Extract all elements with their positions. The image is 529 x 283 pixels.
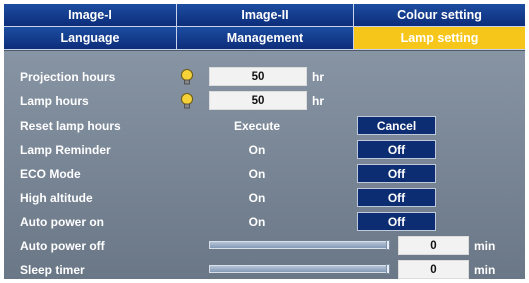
auto-power-off-unit: min xyxy=(474,239,496,253)
sleep-timer-unit: min xyxy=(474,263,496,277)
projection-hours-label: Projection hours xyxy=(20,70,116,84)
eco-mode-on-option[interactable]: On xyxy=(217,167,297,181)
auto-power-off-slider[interactable] xyxy=(209,240,390,250)
lamp-bulb-icon xyxy=(181,69,193,85)
lamp-hours-value: 50 xyxy=(209,91,307,110)
auto-power-off-row: Auto power off 0 min xyxy=(4,235,525,257)
lamp-hours-unit: hr xyxy=(312,94,324,108)
cancel-button[interactable]: Cancel xyxy=(357,116,436,135)
sleep-timer-row: Sleep timer 0 min xyxy=(4,259,525,281)
reset-lamp-hours-label: Reset lamp hours xyxy=(20,119,121,133)
tab-colour-setting[interactable]: Colour setting xyxy=(354,4,525,27)
auto-power-on-row: Auto power on On Off xyxy=(4,211,525,233)
auto-power-off-slider-knob[interactable] xyxy=(386,240,390,250)
tab-image-1[interactable]: Image-I xyxy=(4,4,177,27)
tab-lamp-setting[interactable]: Lamp setting xyxy=(354,27,525,50)
lamp-reminder-on-option[interactable]: On xyxy=(217,143,297,157)
lamp-reminder-off-button[interactable]: Off xyxy=(357,140,436,159)
tab-management[interactable]: Management xyxy=(177,27,354,50)
tab-bar-top: Image-I Image-II Colour setting xyxy=(4,4,525,27)
high-altitude-label: High altitude xyxy=(20,191,93,205)
tab-language[interactable]: Language xyxy=(4,27,177,50)
sleep-timer-label: Sleep timer xyxy=(20,263,85,277)
execute-option[interactable]: Execute xyxy=(217,119,297,133)
eco-mode-row: ECO Mode On Off xyxy=(4,163,525,185)
eco-mode-off-button[interactable]: Off xyxy=(357,164,436,183)
auto-power-off-value: 0 xyxy=(398,236,469,255)
projection-hours-unit: hr xyxy=(312,70,324,84)
high-altitude-on-option[interactable]: On xyxy=(217,191,297,205)
tab-bar-bottom: Language Management Lamp setting xyxy=(4,27,525,50)
high-altitude-off-button[interactable]: Off xyxy=(357,188,436,207)
sleep-timer-slider-knob[interactable] xyxy=(386,264,390,274)
auto-power-on-on-option[interactable]: On xyxy=(217,215,297,229)
auto-power-off-slider-fill xyxy=(210,242,389,248)
lamp-hours-label: Lamp hours xyxy=(20,94,89,108)
high-altitude-row: High altitude On Off xyxy=(4,187,525,209)
lamp-bulb-icon xyxy=(181,93,193,109)
reset-lamp-hours-row: Reset lamp hours Execute Cancel xyxy=(4,115,525,137)
eco-mode-label: ECO Mode xyxy=(20,167,81,181)
lamp-reminder-row: Lamp Reminder On Off xyxy=(4,139,525,161)
projection-hours-value: 50 xyxy=(209,67,307,86)
auto-power-off-label: Auto power off xyxy=(20,239,105,253)
lamp-setting-panel: Projection hours 50 hr Lamp hours 50 hr … xyxy=(4,50,525,279)
sleep-timer-value: 0 xyxy=(398,260,469,279)
projection-hours-row: Projection hours 50 hr xyxy=(4,66,525,88)
lamp-hours-row: Lamp hours 50 hr xyxy=(4,90,525,112)
tab-image-2[interactable]: Image-II xyxy=(177,4,354,27)
sleep-timer-slider[interactable] xyxy=(209,264,390,274)
sleep-timer-slider-fill xyxy=(210,266,389,272)
auto-power-on-label: Auto power on xyxy=(20,215,104,229)
lamp-reminder-label: Lamp Reminder xyxy=(20,143,111,157)
auto-power-on-off-button[interactable]: Off xyxy=(357,212,436,231)
